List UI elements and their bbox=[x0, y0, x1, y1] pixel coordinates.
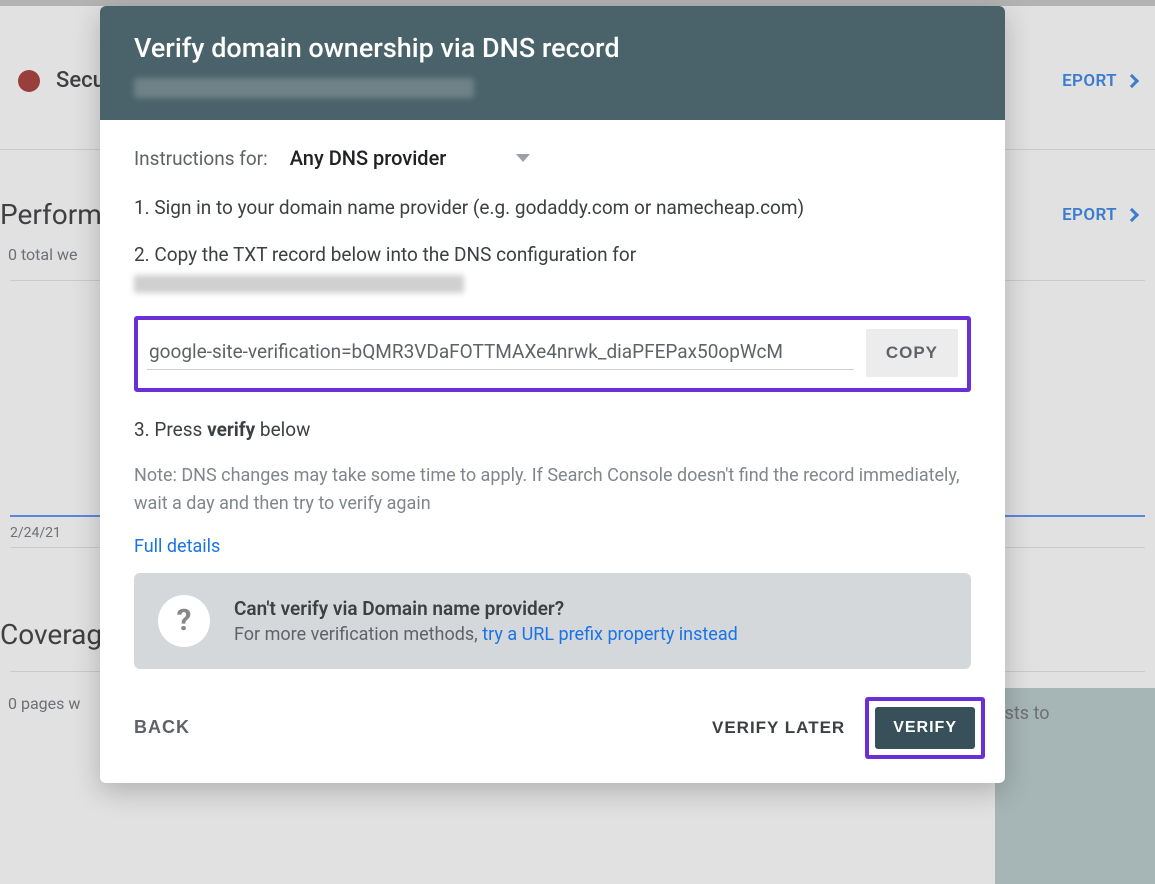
dialog-domain-blurred bbox=[134, 78, 474, 98]
step-3-prefix: 3. Press bbox=[134, 418, 207, 441]
instructions-label: Instructions for: bbox=[134, 147, 268, 170]
chevron-down-icon bbox=[516, 154, 530, 162]
question-icon: ? bbox=[158, 595, 210, 647]
txt-record-row: COPY bbox=[134, 316, 971, 392]
alt-verify-heading: Can't verify via Domain name provider? bbox=[234, 597, 738, 620]
alt-verify-prefix: For more verification methods, bbox=[234, 624, 482, 645]
dns-note: Note: DNS changes may take some time to … bbox=[134, 462, 971, 518]
dns-provider-selected: Any DNS provider bbox=[290, 146, 447, 170]
dns-provider-select[interactable]: Any DNS provider bbox=[290, 146, 531, 170]
copy-button[interactable]: COPY bbox=[866, 329, 958, 377]
step-2: 2. Copy the TXT record below into the DN… bbox=[134, 241, 971, 298]
alt-verify-box: ? Can't verify via Domain name provider?… bbox=[134, 573, 971, 669]
back-button[interactable]: BACK bbox=[134, 717, 190, 738]
step-3-suffix: below bbox=[255, 418, 310, 441]
step-3-bold: verify bbox=[207, 418, 255, 441]
url-prefix-link[interactable]: try a URL prefix property instead bbox=[482, 624, 738, 645]
step-1: 1. Sign in to your domain name provider … bbox=[134, 194, 971, 223]
full-details-link[interactable]: Full details bbox=[134, 536, 220, 557]
verify-later-button[interactable]: VERIFY LATER bbox=[712, 718, 845, 738]
dialog-body: Instructions for: Any DNS provider 1. Si… bbox=[100, 120, 1005, 669]
step-2-text: 2. Copy the TXT record below into the DN… bbox=[134, 243, 636, 266]
verify-domain-dialog: Verify domain ownership via DNS record I… bbox=[100, 6, 1005, 783]
alt-verify-text: Can't verify via Domain name provider? F… bbox=[234, 597, 738, 645]
step-2-domain-blurred bbox=[134, 275, 464, 293]
dialog-header: Verify domain ownership via DNS record bbox=[100, 6, 1005, 120]
verify-highlight: VERIFY bbox=[865, 697, 985, 759]
dialog-actions: BACK VERIFY LATER VERIFY bbox=[100, 669, 1005, 783]
step-3: 3. Press verify below bbox=[134, 416, 971, 445]
provider-row: Instructions for: Any DNS provider bbox=[134, 146, 971, 170]
txt-record-input[interactable] bbox=[147, 336, 854, 370]
verify-button[interactable]: VERIFY bbox=[875, 707, 975, 749]
dialog-actions-right: VERIFY LATER VERIFY bbox=[712, 697, 985, 759]
dialog-title: Verify domain ownership via DNS record bbox=[134, 32, 971, 64]
